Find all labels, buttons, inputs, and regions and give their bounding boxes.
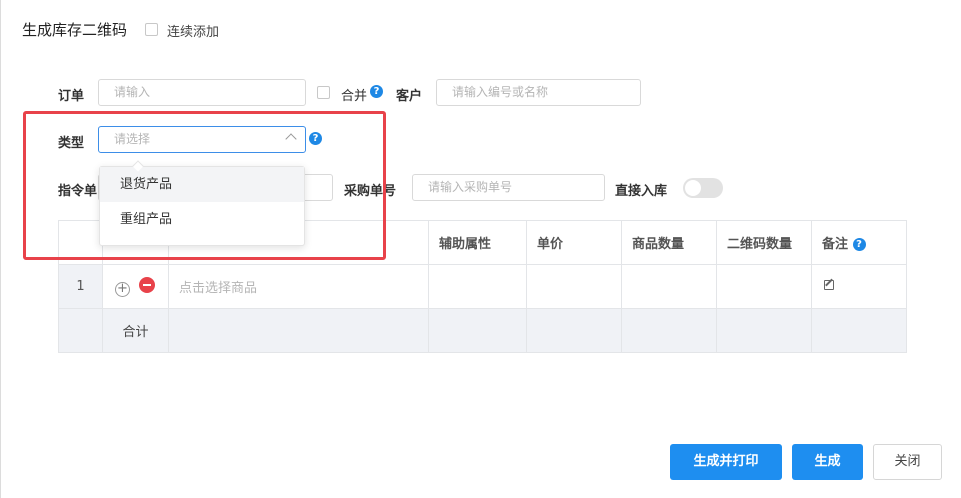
order-input[interactable]: 请输入: [98, 79, 306, 106]
generate-print-button[interactable]: 生成并打印: [670, 444, 782, 480]
qr-count-cell[interactable]: [716, 264, 812, 309]
highlight-box: [23, 111, 386, 260]
header-remark-label: 备注: [822, 237, 849, 252]
toggle-knob: [685, 180, 701, 196]
total-index-cell: [58, 308, 103, 353]
add-row-icon[interactable]: +: [115, 281, 130, 297]
total-row: 合计: [58, 308, 907, 353]
generate-qrcode-dialog: 生成库存二维码 连续添加 订单 请输入 合并 ? 客户 请输入编号或名称 类型 …: [0, 0, 961, 498]
header-qr-count: 二维码数量: [716, 220, 812, 265]
total-qr-cell: [716, 308, 812, 353]
edit-icon[interactable]: [824, 278, 834, 290]
total-quantity-cell: [621, 308, 717, 353]
continuous-add-checkbox[interactable]: [145, 23, 158, 36]
continuous-add-label: 连续添加: [167, 25, 220, 40]
direct-stock-label: 直接入库: [615, 184, 668, 199]
total-aux-cell: [428, 308, 527, 353]
product-select-cell[interactable]: 点击选择商品: [168, 264, 429, 309]
order-label: 订单: [58, 89, 85, 104]
price-cell[interactable]: [526, 264, 622, 309]
purchase-input[interactable]: 请输入采购单号: [412, 174, 605, 201]
header-remark: 备注 ?: [811, 220, 907, 265]
header-aux-attr: 辅助属性: [428, 220, 527, 265]
total-label: 合计: [102, 308, 169, 353]
merge-checkbox[interactable]: [317, 86, 330, 99]
remark-cell: [811, 264, 907, 309]
close-button[interactable]: 关闭: [873, 444, 942, 480]
header-price: 单价: [526, 220, 622, 265]
merge-help-icon[interactable]: ?: [370, 85, 383, 98]
generate-button[interactable]: 生成: [792, 444, 863, 480]
merge-label: 合并: [341, 89, 368, 104]
aux-attr-cell[interactable]: [428, 264, 527, 309]
direct-stock-toggle[interactable]: [683, 178, 723, 198]
total-remark-cell: [811, 308, 907, 353]
remark-help-icon[interactable]: ?: [852, 238, 866, 251]
table-row: 1 + 点击选择商品: [58, 264, 907, 309]
total-price-cell: [526, 308, 622, 353]
customer-label: 客户: [396, 89, 423, 104]
row-index: 1: [58, 264, 103, 309]
dialog-title: 生成库存二维码: [22, 21, 128, 39]
row-actions: +: [102, 264, 169, 309]
remove-row-icon[interactable]: [139, 276, 156, 293]
quantity-cell[interactable]: [621, 264, 717, 309]
total-product-cell: [168, 308, 429, 353]
header-quantity: 商品数量: [621, 220, 717, 265]
customer-input[interactable]: 请输入编号或名称: [436, 79, 641, 106]
